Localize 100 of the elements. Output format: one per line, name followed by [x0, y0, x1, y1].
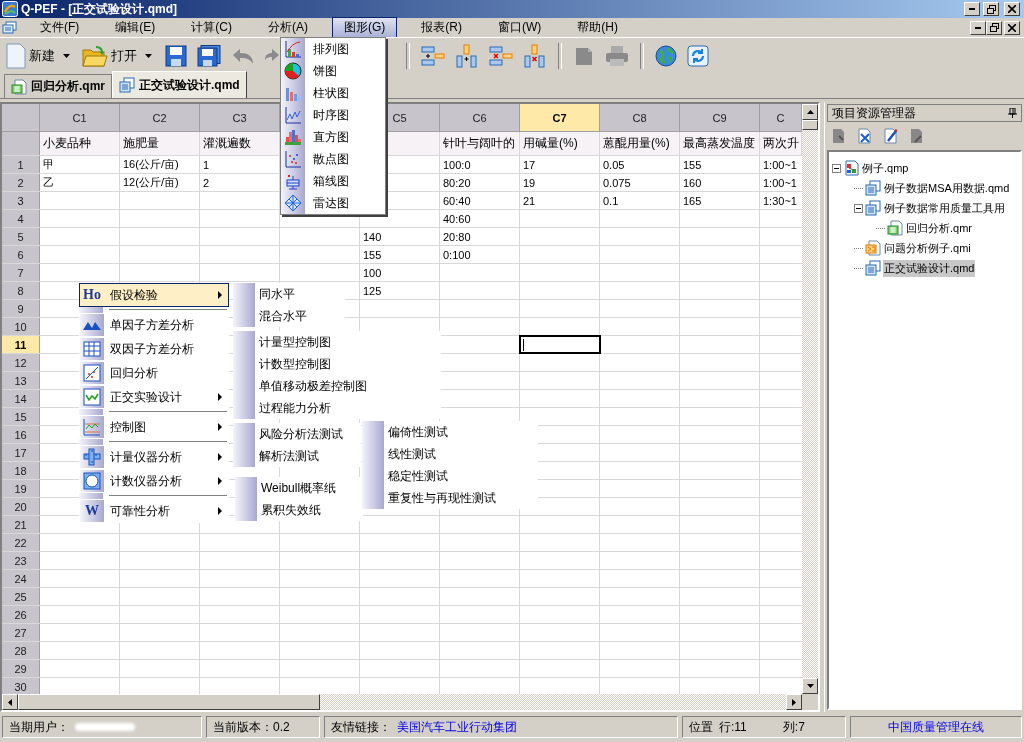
menu-item[interactable]: 单值移动极差控制图: [259, 375, 367, 397]
row-header[interactable]: 29: [2, 660, 40, 677]
add-file-icon[interactable]: [831, 128, 847, 144]
row-header[interactable]: 19: [2, 480, 40, 497]
scroll-thumb[interactable]: [18, 694, 320, 710]
column-header[interactable]: C7: [520, 104, 600, 131]
row-header[interactable]: 22: [2, 534, 40, 551]
tree-item[interactable]: 回归分析.qmr: [905, 219, 973, 237]
menu-item[interactable]: 稳定性测试: [388, 465, 496, 487]
menu-item[interactable]: 同水平: [259, 283, 307, 305]
row-header[interactable]: 28: [2, 642, 40, 659]
pin-icon[interactable]: [1008, 108, 1017, 118]
delete-file-icon[interactable]: [857, 128, 873, 144]
file-icon[interactable]: [909, 128, 925, 144]
row-header[interactable]: 2: [2, 174, 40, 191]
scroll-left-button[interactable]: [2, 694, 18, 710]
menu-item[interactable]: 双因子方差分析: [79, 337, 229, 361]
row-header[interactable]: 15: [2, 408, 40, 425]
column-header[interactable]: C8: [600, 104, 680, 131]
row-header[interactable]: 13: [2, 372, 40, 389]
link[interactable]: 美国汽车工业行动集团: [397, 718, 517, 736]
scroll-thumb[interactable]: [802, 120, 818, 130]
document-tab[interactable]: 正交试验设计.qmd: [112, 71, 247, 98]
collapse-toggle-icon[interactable]: [832, 163, 841, 173]
column-header[interactable]: C2: [120, 104, 200, 131]
menu-item[interactable]: 箱线图: [281, 170, 385, 192]
row-header[interactable]: 24: [2, 570, 40, 587]
row-header[interactable]: 3: [2, 192, 40, 209]
active-cell[interactable]: [520, 336, 600, 353]
row-header[interactable]: 23: [2, 552, 40, 569]
row-header[interactable]: 25: [2, 588, 40, 605]
menu-item[interactable]: 偏倚性测试: [388, 421, 496, 443]
row-header[interactable]: 17: [2, 444, 40, 461]
row-header[interactable]: 27: [2, 624, 40, 641]
tree-item[interactable]: 问题分析例子.qmi: [883, 239, 972, 257]
tree-item[interactable]: 正交试验设计.qmd: [883, 259, 976, 277]
caret-icon[interactable]: [145, 54, 152, 58]
document-icon[interactable]: [2, 20, 18, 35]
open-button[interactable]: 打开: [80, 44, 139, 68]
menu-item[interactable]: 文件(F): [28, 17, 92, 38]
row-header[interactable]: 26: [2, 606, 40, 623]
collapse-toggle-icon[interactable]: [854, 203, 863, 213]
save-all-icon[interactable]: [197, 45, 221, 67]
row-header[interactable]: 1: [2, 156, 40, 173]
row-header[interactable]: 9: [2, 300, 40, 317]
menu-item[interactable]: 累积失效纸: [261, 499, 337, 521]
row-header[interactable]: 18: [2, 462, 40, 479]
scroll-right-button[interactable]: [786, 694, 802, 710]
delete-row-icon[interactable]: [489, 45, 513, 67]
menu-item[interactable]: 编辑(E): [103, 17, 168, 38]
menu-item[interactable]: 控制图: [79, 415, 229, 439]
menu-item[interactable]: W 可靠性分析: [79, 499, 229, 523]
menu-item[interactable]: 分析(A): [256, 17, 320, 38]
menu-item[interactable]: 计数仪器分析: [79, 469, 229, 493]
row-header[interactable]: 5: [2, 228, 40, 245]
menu-item[interactable]: 回归分析: [79, 361, 229, 385]
insert-row-icon[interactable]: [421, 45, 445, 67]
minimize-button[interactable]: [970, 20, 986, 35]
row-header[interactable]: 21: [2, 516, 40, 533]
menu-item[interactable]: 线性测试: [388, 443, 496, 465]
column-header[interactable]: C9: [680, 104, 760, 131]
menu-item[interactable]: 排列图: [281, 38, 385, 60]
menu-item[interactable]: 重复性与再现性测试: [388, 487, 496, 509]
menu-item[interactable]: 单因子方差分析: [79, 313, 229, 337]
row-header[interactable]: 16: [2, 426, 40, 443]
insert-column-icon[interactable]: [455, 44, 479, 68]
row-header[interactable]: 20: [2, 498, 40, 515]
menu-item[interactable]: 散点图: [281, 148, 385, 170]
tree-item[interactable]: 例子数据常用质量工具用: [883, 199, 1006, 217]
menu-item[interactable]: 帮助(H): [565, 17, 630, 38]
new-button[interactable]: 新建: [4, 43, 57, 69]
menu-item[interactable]: 报表(R): [409, 17, 474, 38]
menu-item[interactable]: 柱状图: [281, 82, 385, 104]
row-header[interactable]: 6: [2, 246, 40, 263]
scroll-up-button[interactable]: [802, 104, 818, 120]
menu-item[interactable]: 过程能力分析: [259, 397, 367, 419]
caret-icon[interactable]: [63, 54, 70, 58]
menu-item[interactable]: 计量型控制图: [259, 331, 367, 353]
row-header[interactable]: 14: [2, 390, 40, 407]
menu-item[interactable]: 窗口(W): [486, 17, 554, 38]
close-button[interactable]: [1004, 2, 1020, 16]
menu-item[interactable]: 计数型控制图: [259, 353, 367, 375]
restore-button[interactable]: [983, 2, 999, 16]
horizontal-scrollbar[interactable]: [2, 694, 818, 710]
row-header[interactable]: 11: [2, 336, 40, 353]
delete-column-icon[interactable]: [523, 44, 547, 68]
row-header[interactable]: 10: [2, 318, 40, 335]
menu-item[interactable]: 风险分析法测试: [259, 423, 343, 445]
close-button[interactable]: [1004, 20, 1020, 35]
minimize-button[interactable]: [964, 2, 980, 16]
menu-item[interactable]: Weibull概率纸: [261, 477, 337, 499]
menu-item[interactable]: 计算(C): [179, 17, 244, 38]
save-icon[interactable]: [165, 45, 187, 67]
restore-button[interactable]: [986, 20, 1002, 35]
menu-item[interactable]: 饼图: [281, 60, 385, 82]
menu-item[interactable]: 混合水平: [259, 305, 307, 327]
menu-item[interactable]: 解析法测试: [259, 445, 343, 467]
row-header[interactable]: 30: [2, 678, 40, 694]
row-header[interactable]: 12: [2, 354, 40, 371]
tree-item[interactable]: 例子.qmp: [861, 159, 910, 177]
